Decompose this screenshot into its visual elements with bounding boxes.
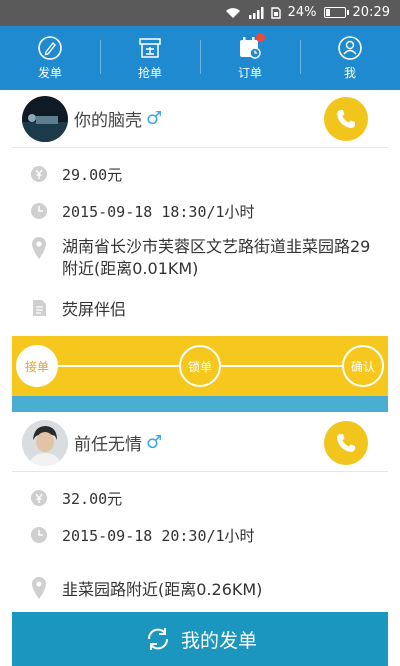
card-divider: [12, 396, 388, 412]
price-icon: [31, 166, 47, 182]
gender-male-icon: ♂: [146, 108, 163, 129]
wifi-icon: [225, 7, 240, 18]
nav-item-me[interactable]: 我: [300, 26, 400, 90]
step-confirm[interactable]: 确认: [342, 345, 384, 387]
price-row: 29.00元: [12, 154, 388, 194]
step-accept[interactable]: 接单: [16, 345, 58, 387]
battery-icon: [323, 7, 349, 18]
person-icon: [338, 36, 362, 60]
sim-icon: [270, 6, 281, 19]
pen-icon: [38, 36, 62, 60]
phone-icon: [337, 110, 355, 128]
nav-item-grab[interactable]: 抢单: [100, 26, 200, 90]
user-name: 前任无情: [74, 435, 142, 455]
nav-item-post[interactable]: 发单: [0, 26, 100, 90]
order-progress: 接单 锁单 确认: [12, 336, 388, 396]
order-price: 29.00元: [62, 165, 123, 184]
my-posts-button[interactable]: 我的发单: [12, 612, 388, 666]
price-row: 32.00元: [12, 478, 388, 518]
order-card: 前任无情 ♂ 32.00元 2015-09-18 20:30/1小时 韭菜园路附…: [12, 414, 388, 610]
avatar[interactable]: [22, 419, 68, 466]
address-row: 韭菜园路附近(距离0.26KM): [12, 560, 388, 616]
signal-icon: [248, 6, 264, 19]
service-row: 荧屏伴侣: [12, 286, 388, 330]
call-button[interactable]: [324, 97, 368, 141]
time-row: 2015-09-18 18:30/1小时: [12, 194, 388, 228]
avatar-image: [22, 95, 68, 142]
location-pin-icon: [32, 577, 46, 599]
clock-icon: [31, 203, 47, 219]
order-time: 2015-09-18 20:30/1小时: [62, 526, 255, 545]
order-card: 你的脑壳 ♂ 29.00元 2015-09-18 18:30/1小时 湖南省长沙…: [12, 90, 388, 336]
clock: 20:29: [352, 5, 390, 20]
service-type: 荧屏伴侣: [62, 300, 127, 319]
battery-percent: 24%: [287, 5, 317, 20]
order-header: 前任无情 ♂: [12, 414, 388, 472]
shop-icon: [139, 38, 161, 58]
order-price: 32.00元: [62, 489, 123, 508]
avatar-image: [22, 419, 68, 466]
top-nav: 发单 抢单 订单 我: [0, 26, 400, 90]
time-row: 2015-09-18 20:30/1小时: [12, 518, 388, 552]
address-row: 湖南省长沙市芙蓉区文艺路街道韭菜园路29附近(距离0.01KM): [12, 228, 388, 286]
gender-male-icon: ♂: [146, 432, 163, 453]
call-button[interactable]: [324, 421, 368, 465]
nav-label: 我: [343, 66, 356, 80]
order-header: 你的脑壳 ♂: [12, 90, 388, 148]
my-posts-label: 我的发单: [180, 629, 257, 652]
nav-item-orders[interactable]: 订单: [200, 26, 300, 90]
status-bar: 24% 20:29: [0, 0, 400, 26]
order-address: 湖南省长沙市芙蓉区文艺路街道韭菜园路29附近(距离0.01KM): [62, 237, 371, 278]
step-lock[interactable]: 锁单: [179, 345, 221, 387]
notification-dot: [256, 33, 265, 42]
refresh-icon: [147, 628, 168, 650]
location-pin-icon: [32, 237, 46, 259]
nav-label: 抢单: [137, 66, 162, 80]
avatar[interactable]: [22, 95, 68, 142]
order-address: 韭菜园路附近(距离0.26KM): [62, 580, 263, 599]
clock-icon: [31, 527, 47, 543]
price-icon: [31, 490, 47, 506]
nav-label: 订单: [237, 66, 262, 80]
document-icon: [33, 300, 46, 316]
phone-icon: [337, 434, 355, 452]
order-time: 2015-09-18 18:30/1小时: [62, 202, 255, 221]
user-name: 你的脑壳: [74, 111, 142, 131]
nav-label: 发单: [37, 66, 62, 80]
